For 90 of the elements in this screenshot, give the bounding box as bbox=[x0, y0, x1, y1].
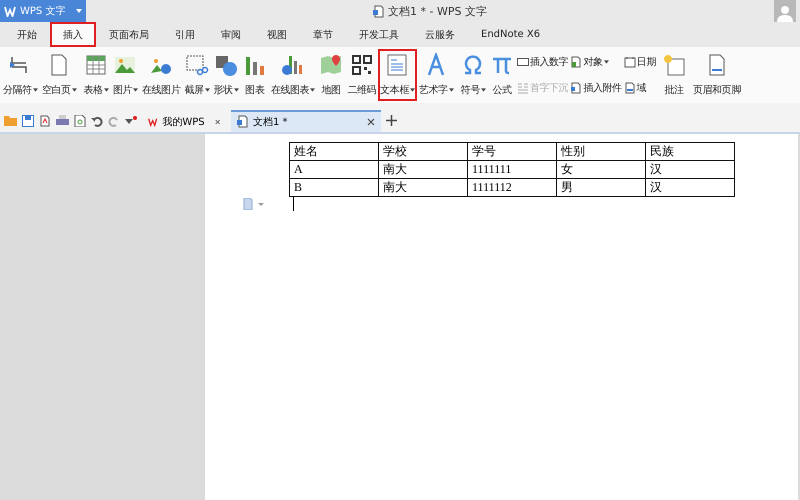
window-title: 文档1 * - WPS 文字 bbox=[388, 4, 487, 18]
ribbon-tab[interactable]: 视图 bbox=[254, 22, 300, 47]
ribbon-button[interactable]: 批注 bbox=[660, 49, 688, 101]
ribbon-button[interactable]: 文本框 bbox=[378, 49, 417, 101]
calendar-icon bbox=[624, 56, 636, 68]
w-logo-icon bbox=[148, 116, 158, 128]
close-icon[interactable] bbox=[367, 118, 375, 126]
ribbon-tab[interactable]: 云服务 bbox=[412, 22, 468, 47]
ribbon-button[interactable]: 表格 bbox=[82, 49, 111, 101]
pdf-icon[interactable] bbox=[39, 114, 51, 126]
table-cell: 汉 bbox=[646, 178, 734, 196]
ribbon-small-button[interactable]: 插入附件 bbox=[570, 81, 622, 95]
scissors-icon bbox=[185, 53, 210, 77]
ribbon-tab[interactable]: 引用 bbox=[162, 22, 208, 47]
app-menu-button[interactable]: WPS 文字 bbox=[0, 0, 86, 22]
document-icon bbox=[237, 115, 248, 128]
ribbon-small-button[interactable]: 日期 bbox=[624, 55, 656, 69]
ribbon-small-button[interactable]: 域 bbox=[624, 81, 656, 95]
document-tab[interactable]: 我的WPS bbox=[142, 110, 226, 132]
ribbon-small-button[interactable]: 对象 bbox=[570, 55, 622, 69]
ribbon-tab[interactable]: 审阅 bbox=[208, 22, 254, 47]
caret-icon[interactable] bbox=[410, 88, 415, 92]
table-cell: 男 bbox=[556, 178, 646, 196]
table-cell: 女 bbox=[556, 160, 646, 178]
ribbon-button[interactable]: 二维码 bbox=[345, 49, 378, 101]
ribbon-button[interactable]: 在线图表 bbox=[268, 49, 318, 101]
document-tab[interactable]: 文档1 * bbox=[231, 110, 381, 132]
ribbon-button[interactable]: 在线图片 bbox=[140, 49, 182, 101]
paragraph-options-icon[interactable] bbox=[243, 198, 265, 210]
text-cursor bbox=[293, 197, 294, 211]
caret-icon[interactable] bbox=[72, 88, 77, 92]
ribbon-button[interactable]: 公式 bbox=[488, 49, 516, 101]
print-preview-icon[interactable] bbox=[74, 114, 86, 126]
field-icon bbox=[624, 82, 636, 94]
table-cell: 南大 bbox=[378, 178, 468, 196]
attachment-icon bbox=[570, 82, 582, 94]
table-cell: 1111112 bbox=[468, 178, 556, 196]
table-cell: 南大 bbox=[378, 160, 468, 178]
ribbon-button[interactable]: 艺术字 bbox=[416, 49, 456, 101]
caret-icon[interactable] bbox=[204, 88, 210, 92]
close-icon[interactable] bbox=[214, 118, 220, 126]
ribbon-tab[interactable]: 开发工具 bbox=[346, 22, 412, 47]
table-header-cell: 性别 bbox=[556, 142, 646, 160]
person-silhouette-icon bbox=[777, 4, 793, 22]
save-icon[interactable] bbox=[22, 114, 34, 126]
ribbon-button[interactable]: 图表 bbox=[240, 49, 269, 101]
ribbon-button[interactable]: 地图 bbox=[317, 49, 346, 101]
ribbon-tab[interactable]: 页面布局 bbox=[96, 22, 162, 47]
table-header-cell: 学号 bbox=[468, 142, 556, 160]
ribbon-button[interactable]: 页眉和页脚 bbox=[690, 49, 743, 101]
table-header-cell: 学校 bbox=[378, 142, 468, 160]
caret-icon[interactable] bbox=[104, 88, 109, 92]
ribbon-button[interactable]: 截屏 bbox=[182, 49, 212, 101]
ribbon-button[interactable]: 形状 bbox=[212, 49, 241, 101]
shapes-icon bbox=[214, 53, 238, 77]
table-icon bbox=[84, 53, 108, 77]
ribbon-tab[interactable]: 开始 bbox=[4, 22, 50, 47]
caret-icon[interactable] bbox=[448, 88, 454, 92]
ribbon-tab[interactable]: 插入 bbox=[50, 22, 96, 47]
table-cell: 汉 bbox=[646, 160, 734, 178]
object-icon bbox=[570, 56, 582, 68]
ribbon-button[interactable]: 图片 bbox=[110, 49, 140, 101]
undo-icon[interactable] bbox=[91, 114, 103, 126]
table-cell: A bbox=[290, 160, 378, 178]
plus-icon[interactable] bbox=[386, 115, 397, 126]
ribbon-tab[interactable]: 章节 bbox=[300, 22, 346, 47]
table-header-cell: 民族 bbox=[646, 142, 734, 160]
caret-icon[interactable] bbox=[234, 88, 239, 92]
ribbon-tab[interactable]: EndNote X6 bbox=[468, 22, 554, 47]
map-pin-icon bbox=[319, 53, 344, 77]
drop-cap-icon bbox=[516, 82, 529, 94]
caret-icon[interactable] bbox=[32, 88, 38, 92]
caret-icon[interactable] bbox=[310, 88, 316, 92]
w-logo-icon bbox=[4, 6, 16, 16]
caret-icon[interactable] bbox=[133, 88, 138, 92]
ribbon-button[interactable]: 符号 bbox=[458, 49, 488, 101]
ribbon-button[interactable]: 分隔符 bbox=[1, 49, 40, 101]
customize-dropdown-icon[interactable] bbox=[125, 116, 137, 126]
table-header-cell: 姓名 bbox=[290, 142, 378, 160]
caret-icon[interactable] bbox=[604, 60, 608, 64]
text-box-icon bbox=[385, 53, 410, 77]
print-icon[interactable] bbox=[56, 114, 69, 126]
document-icon bbox=[373, 4, 384, 18]
ribbon-small-button[interactable]: 插入数字 bbox=[516, 55, 568, 69]
table-cell: 1111111 bbox=[468, 160, 556, 178]
table-cell: B bbox=[290, 178, 378, 196]
qr-code-icon bbox=[350, 53, 374, 77]
ribbon-button[interactable]: 空白页 bbox=[40, 49, 79, 101]
sticky-note-icon bbox=[662, 53, 686, 77]
caret-icon[interactable] bbox=[480, 88, 486, 92]
